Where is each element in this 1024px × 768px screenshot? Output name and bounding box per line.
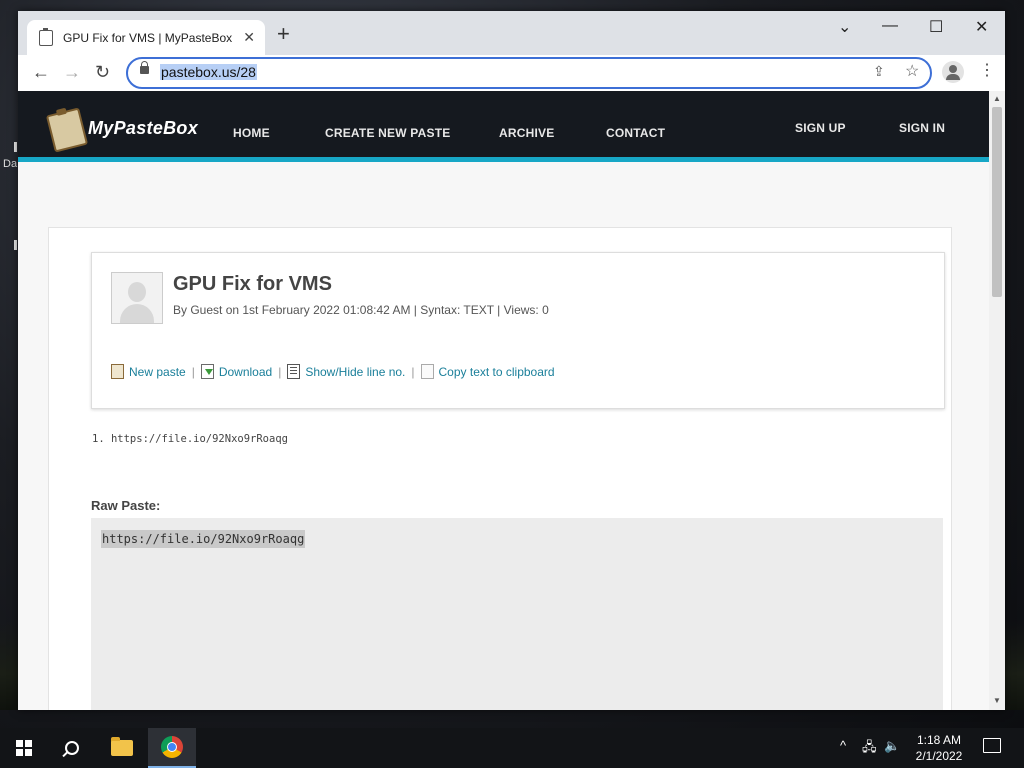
close-button[interactable]: ✕ — [975, 17, 988, 37]
site-navbar: MyPasteBox HOME CREATE NEW PASTE ARCHIVE… — [18, 91, 989, 162]
new-tab-button[interactable]: + — [277, 23, 290, 45]
tab-title: GPU Fix for VMS | MyPasteBox - — [63, 30, 233, 45]
maximize-button[interactable]: ☐ — [929, 17, 943, 37]
reload-button[interactable]: ↻ — [95, 62, 110, 82]
scroll-thumb[interactable] — [992, 107, 1002, 297]
network-icon[interactable]: 🖧 — [862, 738, 877, 760]
folder-icon — [111, 737, 133, 756]
scroll-down-arrow-icon[interactable]: ▼ — [993, 696, 1001, 705]
copy-to-clipboard-link[interactable]: Copy text to clipboard — [439, 365, 555, 379]
tab-close-icon[interactable]: ✕ — [243, 29, 255, 45]
nav-sign-in[interactable]: SIGN IN — [899, 121, 945, 135]
search-button[interactable] — [48, 728, 96, 768]
download-icon — [200, 364, 214, 379]
back-button[interactable]: ← — [32, 62, 50, 82]
user-avatar — [111, 272, 163, 324]
profile-avatar[interactable] — [942, 61, 964, 83]
nav-archive[interactable]: ARCHIVE — [499, 126, 554, 140]
vertical-scrollbar[interactable]: ▲ ▼ — [989, 91, 1005, 710]
copy-icon — [420, 364, 434, 379]
paste-actions: New paste | Download | Show/Hide line no… — [111, 364, 555, 379]
browser-toolbar: ← → ↻ pastebox.us/28 ⇪ ☆ ⋮ — [18, 55, 1005, 92]
desktop-icon-fragment — [14, 240, 17, 250]
line-numbers-icon — [287, 364, 301, 379]
notification-icon[interactable] — [983, 738, 1001, 753]
browser-menu-button[interactable]: ⋮ — [979, 61, 995, 81]
tray-chevron-icon[interactable]: ^ — [840, 738, 846, 753]
clipboard-icon — [39, 27, 53, 46]
nav-create-new-paste[interactable]: CREATE NEW PASTE — [325, 126, 450, 140]
content-card: GPU Fix for VMS By Guest on 1st February… — [48, 227, 952, 710]
new-paste-icon — [111, 364, 124, 379]
bookmark-star-icon[interactable]: ☆ — [905, 61, 919, 81]
separator: | — [278, 364, 282, 379]
clock-date: 2/1/2022 — [915, 749, 963, 763]
browser-tab[interactable]: GPU Fix for VMS | MyPasteBox - ✕ — [27, 20, 265, 55]
nav-contact[interactable]: CONTACT — [606, 126, 665, 140]
page-viewport: MyPasteBox HOME CREATE NEW PASTE ARCHIVE… — [18, 91, 989, 710]
raw-paste-textarea[interactable]: https://file.io/92Nxo9rRoaqg — [91, 518, 943, 710]
raw-paste-label: Raw Paste: — [91, 498, 161, 513]
scroll-up-arrow-icon[interactable]: ▲ — [993, 94, 1001, 103]
nav-sign-up[interactable]: SIGN UP — [795, 121, 846, 135]
chrome-icon — [161, 736, 183, 758]
separator: | — [191, 364, 195, 379]
share-icon[interactable]: ⇪ — [873, 63, 885, 80]
paste-title: GPU Fix for VMS — [173, 273, 332, 295]
windows-logo-icon — [16, 740, 32, 756]
separator: | — [411, 364, 415, 379]
raw-paste-text[interactable]: https://file.io/92Nxo9rRoaqg — [101, 530, 306, 548]
title-bar: GPU Fix for VMS | MyPasteBox - ✕ + ⌄ — ☐… — [18, 11, 1005, 55]
url-text[interactable]: pastebox.us/28 — [160, 64, 257, 80]
desktop-icon-label: Da — [3, 158, 18, 170]
new-paste-link[interactable]: New paste — [129, 365, 186, 379]
lock-icon[interactable] — [140, 61, 149, 74]
start-button[interactable] — [0, 728, 48, 768]
taskbar-clock[interactable]: 1:18 AM 2/1/2022 — [906, 732, 972, 764]
volume-muted-icon[interactable]: 🔈 — [884, 738, 900, 754]
chrome-taskbar-button[interactable] — [148, 728, 196, 768]
taskbar: ^ 🖧 🔈 1:18 AM 2/1/2022 — [0, 728, 1024, 768]
minimize-button[interactable]: — — [882, 17, 898, 35]
nav-home[interactable]: HOME — [233, 126, 270, 140]
download-link[interactable]: Download — [219, 365, 272, 379]
clock-time: 1:18 AM — [916, 733, 962, 747]
site-logo[interactable]: MyPasteBox — [88, 118, 198, 139]
code-line[interactable]: 1. https://file.io/92Nxo9rRoaqg — [92, 433, 288, 445]
forward-button[interactable]: → — [63, 62, 81, 82]
paste-header: GPU Fix for VMS By Guest on 1st February… — [91, 252, 945, 409]
toggle-line-numbers-link[interactable]: Show/Hide line no. — [305, 365, 405, 379]
browser-window: GPU Fix for VMS | MyPasteBox - ✕ + ⌄ — ☐… — [18, 11, 1005, 710]
tab-search-chevron-icon[interactable]: ⌄ — [838, 17, 851, 37]
paste-meta: By Guest on 1st February 2022 01:08:42 A… — [173, 303, 549, 317]
file-explorer-button[interactable] — [98, 728, 146, 768]
address-bar[interactable]: pastebox.us/28 ⇪ ☆ — [126, 57, 932, 89]
desktop-icon-fragment — [14, 142, 17, 152]
clipboard-logo-icon[interactable] — [45, 107, 89, 153]
search-icon — [65, 741, 79, 755]
